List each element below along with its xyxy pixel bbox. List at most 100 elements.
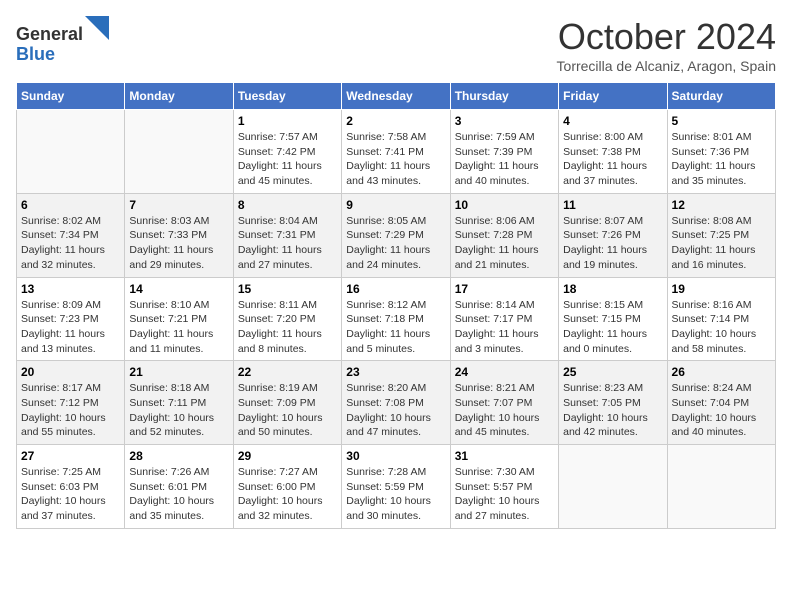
day-of-week-header: Tuesday	[233, 83, 341, 110]
day-number: 2	[346, 114, 445, 128]
calendar-cell: 22 Sunrise: 8:19 AM Sunset: 7:09 PM Dayli…	[233, 361, 341, 445]
day-number: 26	[672, 365, 771, 379]
calendar-cell: 30 Sunrise: 7:28 AM Sunset: 5:59 PM Dayli…	[342, 445, 450, 529]
day-number: 13	[21, 282, 120, 296]
calendar-cell: 29 Sunrise: 7:27 AM Sunset: 6:00 PM Dayli…	[233, 445, 341, 529]
day-number: 31	[455, 449, 554, 463]
day-number: 11	[563, 198, 662, 212]
day-of-week-header: Friday	[559, 83, 667, 110]
day-of-week-header: Thursday	[450, 83, 558, 110]
day-info: Sunrise: 8:23 AM Sunset: 7:05 PM Dayligh…	[563, 381, 662, 440]
day-number: 27	[21, 449, 120, 463]
day-info: Sunrise: 7:27 AM Sunset: 6:00 PM Dayligh…	[238, 465, 337, 524]
page-header: General Blue October 2024 Torrecilla de …	[16, 16, 776, 74]
calendar-cell: 5 Sunrise: 8:01 AM Sunset: 7:36 PM Daylig…	[667, 110, 775, 194]
day-number: 9	[346, 198, 445, 212]
day-info: Sunrise: 8:15 AM Sunset: 7:15 PM Dayligh…	[563, 298, 662, 357]
day-number: 29	[238, 449, 337, 463]
day-number: 25	[563, 365, 662, 379]
day-number: 30	[346, 449, 445, 463]
day-info: Sunrise: 8:18 AM Sunset: 7:11 PM Dayligh…	[129, 381, 228, 440]
calendar-week-row: 27 Sunrise: 7:25 AM Sunset: 6:03 PM Dayli…	[17, 445, 776, 529]
day-number: 7	[129, 198, 228, 212]
calendar-cell: 6 Sunrise: 8:02 AM Sunset: 7:34 PM Daylig…	[17, 193, 125, 277]
day-info: Sunrise: 7:30 AM Sunset: 5:57 PM Dayligh…	[455, 465, 554, 524]
calendar-cell: 17Sunrise: 8:14 AM Sunset: 7:17 PM Dayli…	[450, 277, 558, 361]
day-of-week-header: Saturday	[667, 83, 775, 110]
calendar-header-row: SundayMondayTuesdayWednesdayThursdayFrid…	[17, 83, 776, 110]
day-info: Sunrise: 7:57 AM Sunset: 7:42 PM Dayligh…	[238, 130, 337, 189]
calendar-cell: 23 Sunrise: 8:20 AM Sunset: 7:08 PM Dayli…	[342, 361, 450, 445]
calendar-week-row: 6 Sunrise: 8:02 AM Sunset: 7:34 PM Daylig…	[17, 193, 776, 277]
day-number: 5	[672, 114, 771, 128]
calendar-cell: 13 Sunrise: 8:09 AM Sunset: 7:23 PM Dayli…	[17, 277, 125, 361]
day-info: Sunrise: 8:06 AM Sunset: 7:28 PM Dayligh…	[455, 214, 554, 273]
day-info: Sunrise: 8:17 AM Sunset: 7:12 PM Dayligh…	[21, 381, 120, 440]
location-subtitle: Torrecilla de Alcaniz, Aragon, Spain	[557, 58, 776, 74]
day-number: 16	[346, 282, 445, 296]
day-info: Sunrise: 8:09 AM Sunset: 7:23 PM Dayligh…	[21, 298, 120, 357]
calendar-cell: 27 Sunrise: 7:25 AM Sunset: 6:03 PM Dayli…	[17, 445, 125, 529]
day-number: 23	[346, 365, 445, 379]
calendar-cell: 28Sunrise: 7:26 AM Sunset: 6:01 PM Dayli…	[125, 445, 233, 529]
day-number: 12	[672, 198, 771, 212]
calendar-week-row: 13 Sunrise: 8:09 AM Sunset: 7:23 PM Dayli…	[17, 277, 776, 361]
calendar-cell	[125, 110, 233, 194]
calendar-cell: 1Sunrise: 7:57 AM Sunset: 7:42 PM Daylig…	[233, 110, 341, 194]
day-of-week-header: Wednesday	[342, 83, 450, 110]
day-number: 21	[129, 365, 228, 379]
day-number: 18	[563, 282, 662, 296]
calendar-cell: 31 Sunrise: 7:30 AM Sunset: 5:57 PM Dayli…	[450, 445, 558, 529]
day-info: Sunrise: 8:02 AM Sunset: 7:34 PM Dayligh…	[21, 214, 120, 273]
day-number: 14	[129, 282, 228, 296]
day-info: Sunrise: 7:28 AM Sunset: 5:59 PM Dayligh…	[346, 465, 445, 524]
day-number: 8	[238, 198, 337, 212]
day-info: Sunrise: 8:10 AM Sunset: 7:21 PM Dayligh…	[129, 298, 228, 357]
day-number: 28	[129, 449, 228, 463]
day-info: Sunrise: 8:03 AM Sunset: 7:33 PM Dayligh…	[129, 214, 228, 273]
day-info: Sunrise: 8:00 AM Sunset: 7:38 PM Dayligh…	[563, 130, 662, 189]
calendar-cell: 3Sunrise: 7:59 AM Sunset: 7:39 PM Daylig…	[450, 110, 558, 194]
day-number: 6	[21, 198, 120, 212]
day-info: Sunrise: 8:08 AM Sunset: 7:25 PM Dayligh…	[672, 214, 771, 273]
day-number: 20	[21, 365, 120, 379]
calendar-cell: 21 Sunrise: 8:18 AM Sunset: 7:11 PM Dayli…	[125, 361, 233, 445]
calendar-week-row: 20 Sunrise: 8:17 AM Sunset: 7:12 PM Dayli…	[17, 361, 776, 445]
calendar-cell: 16 Sunrise: 8:12 AM Sunset: 7:18 PM Dayli…	[342, 277, 450, 361]
day-number: 17	[455, 282, 554, 296]
day-of-week-header: Sunday	[17, 83, 125, 110]
day-info: Sunrise: 8:01 AM Sunset: 7:36 PM Dayligh…	[672, 130, 771, 189]
calendar-cell: 9 Sunrise: 8:05 AM Sunset: 7:29 PM Daylig…	[342, 193, 450, 277]
logo-triangle-icon	[85, 16, 109, 40]
calendar-cell	[559, 445, 667, 529]
month-title: October 2024	[557, 16, 776, 58]
calendar-cell: 12 Sunrise: 8:08 AM Sunset: 7:25 PM Dayli…	[667, 193, 775, 277]
calendar-table: SundayMondayTuesdayWednesdayThursdayFrid…	[16, 82, 776, 529]
day-info: Sunrise: 7:58 AM Sunset: 7:41 PM Dayligh…	[346, 130, 445, 189]
calendar-cell: 11 Sunrise: 8:07 AM Sunset: 7:26 PM Dayli…	[559, 193, 667, 277]
day-number: 19	[672, 282, 771, 296]
calendar-cell: 10 Sunrise: 8:06 AM Sunset: 7:28 PM Dayli…	[450, 193, 558, 277]
day-info: Sunrise: 8:24 AM Sunset: 7:04 PM Dayligh…	[672, 381, 771, 440]
day-number: 22	[238, 365, 337, 379]
calendar-cell	[667, 445, 775, 529]
calendar-cell: 14 Sunrise: 8:10 AM Sunset: 7:21 PM Dayli…	[125, 277, 233, 361]
day-number: 15	[238, 282, 337, 296]
calendar-week-row: 1Sunrise: 7:57 AM Sunset: 7:42 PM Daylig…	[17, 110, 776, 194]
calendar-cell: 15Sunrise: 8:11 AM Sunset: 7:20 PM Dayli…	[233, 277, 341, 361]
calendar-cell: 4Sunrise: 8:00 AM Sunset: 7:38 PM Daylig…	[559, 110, 667, 194]
day-info: Sunrise: 8:12 AM Sunset: 7:18 PM Dayligh…	[346, 298, 445, 357]
day-info: Sunrise: 8:07 AM Sunset: 7:26 PM Dayligh…	[563, 214, 662, 273]
day-number: 10	[455, 198, 554, 212]
calendar-cell	[17, 110, 125, 194]
logo: General Blue	[16, 16, 109, 65]
day-info: Sunrise: 8:19 AM Sunset: 7:09 PM Dayligh…	[238, 381, 337, 440]
calendar-cell: 26 Sunrise: 8:24 AM Sunset: 7:04 PM Dayli…	[667, 361, 775, 445]
day-info: Sunrise: 8:16 AM Sunset: 7:14 PM Dayligh…	[672, 298, 771, 357]
day-info: Sunrise: 7:25 AM Sunset: 6:03 PM Dayligh…	[21, 465, 120, 524]
day-info: Sunrise: 8:21 AM Sunset: 7:07 PM Dayligh…	[455, 381, 554, 440]
calendar-cell: 25 Sunrise: 8:23 AM Sunset: 7:05 PM Dayli…	[559, 361, 667, 445]
calendar-cell: 18 Sunrise: 8:15 AM Sunset: 7:15 PM Dayli…	[559, 277, 667, 361]
day-info: Sunrise: 8:20 AM Sunset: 7:08 PM Dayligh…	[346, 381, 445, 440]
day-info: Sunrise: 8:05 AM Sunset: 7:29 PM Dayligh…	[346, 214, 445, 273]
